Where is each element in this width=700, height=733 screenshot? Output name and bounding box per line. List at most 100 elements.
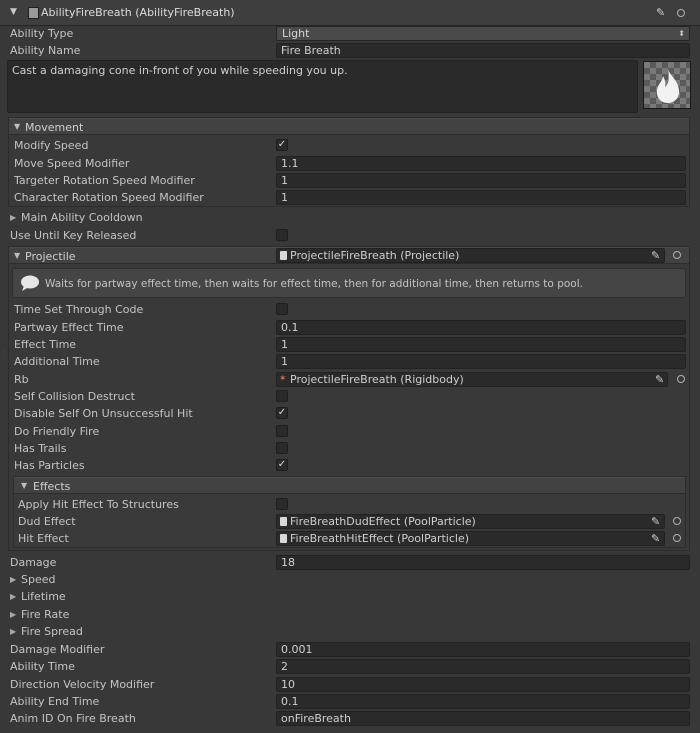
move-speed-modifier-label: Move Speed Modifier xyxy=(14,157,130,170)
ability-type-label: Ability Type xyxy=(10,27,74,40)
rigidbody-icon: ✶ xyxy=(279,374,287,384)
anim-id-input[interactable]: onFireBreath xyxy=(276,711,690,726)
rb-value: ProjectileFireBreath (Rigidbody) xyxy=(290,373,464,386)
flame-icon xyxy=(656,69,680,103)
dropdown-arrows-icon: ⬍ xyxy=(678,29,685,38)
rb-picker-icon[interactable] xyxy=(677,375,685,383)
rb-object-field[interactable]: ✶ ProjectileFireBreath (Rigidbody) xyxy=(276,372,668,387)
hit-effect-label: Hit Effect xyxy=(18,532,69,545)
dud-effect-label: Dud Effect xyxy=(18,515,76,528)
ability-time-label: Ability Time xyxy=(10,660,75,673)
dud-effect-object-field[interactable]: FireBreathDudEffect (PoolParticle) xyxy=(276,514,665,529)
ability-type-dropdown[interactable]: Light ⬍ xyxy=(276,26,690,41)
rb-edit-pencil-icon[interactable]: ✎ xyxy=(655,374,666,385)
ability-time-input[interactable]: 2 xyxy=(276,659,690,674)
edit-script-pencil-icon[interactable]: ✎ xyxy=(656,7,667,18)
projectile-object-field[interactable]: ProjectileFireBreath (Projectile) xyxy=(276,248,665,263)
fire-rate-foldout[interactable]: Fire Rate xyxy=(21,608,69,621)
foldout-expanded-icon: ▼ xyxy=(14,122,21,131)
drag-handle-icon[interactable]: ⋮ xyxy=(0,350,7,358)
info-bubble-icon xyxy=(21,275,39,291)
damage-label: Damage xyxy=(10,556,57,569)
ability-icon-preview[interactable] xyxy=(643,61,691,109)
fire-spread-foldout[interactable]: Fire Spread xyxy=(21,625,83,638)
foldout-collapsed-icon[interactable]: ▶ xyxy=(10,575,16,584)
move-speed-modifier-input[interactable]: 1.1 xyxy=(276,156,686,171)
damage-input[interactable]: 18 xyxy=(276,555,690,570)
speed-foldout[interactable]: Speed xyxy=(21,573,55,586)
partway-effect-time-input[interactable]: 0.1 xyxy=(276,320,686,335)
settings-circle-icon[interactable] xyxy=(677,9,685,17)
self-collision-destruct-checkbox[interactable] xyxy=(276,390,288,402)
dud-effect-value: FireBreathDudEffect (PoolParticle) xyxy=(290,515,476,528)
ability-name-input[interactable]: Fire Breath xyxy=(276,43,690,58)
apply-hit-effect-label: Apply Hit Effect To Structures xyxy=(18,498,179,511)
movement-header-label: Movement xyxy=(25,121,84,134)
dud-effect-edit-pencil-icon[interactable]: ✎ xyxy=(651,516,662,527)
foldout-collapsed-icon[interactable]: ▶ xyxy=(10,610,16,619)
projectile-help-text: Waits for partway effect time, then wait… xyxy=(45,278,583,290)
description-textarea[interactable]: Cast a damaging cone in-front of you whi… xyxy=(7,60,638,113)
direction-velocity-modifier-label: Direction Velocity Modifier xyxy=(10,678,155,691)
time-set-through-code-label: Time Set Through Code xyxy=(14,303,144,316)
effects-header[interactable]: ▼ Effects xyxy=(14,477,685,494)
ability-end-time-input[interactable]: 0.1 xyxy=(276,694,690,709)
additional-time-label: Additional Time xyxy=(14,355,100,368)
asset-file-icon xyxy=(280,534,287,543)
has-particles-label: Has Particles xyxy=(14,459,85,472)
has-particles-checkbox[interactable]: ✓ xyxy=(276,459,288,471)
projectile-value: ProjectileFireBreath (Projectile) xyxy=(290,249,460,262)
damage-modifier-label: Damage Modifier xyxy=(10,643,105,656)
self-collision-destruct-label: Self Collision Destruct xyxy=(14,390,135,403)
partway-effect-time-label: Partway Effect Time xyxy=(14,321,124,334)
do-friendly-fire-checkbox[interactable] xyxy=(276,425,288,437)
asset-file-icon xyxy=(280,251,287,260)
effect-time-input[interactable]: 1 xyxy=(276,337,686,352)
time-set-through-code-checkbox[interactable] xyxy=(276,303,288,315)
use-until-key-released-checkbox[interactable] xyxy=(276,229,288,241)
projectile-edit-pencil-icon[interactable]: ✎ xyxy=(651,250,662,261)
script-icon xyxy=(28,7,39,19)
hit-effect-value: FireBreathHitEffect (PoolParticle) xyxy=(290,532,470,545)
foldout-expanded-icon: ▼ xyxy=(14,251,21,260)
ability-name-label: Ability Name xyxy=(10,44,81,57)
has-trails-label: Has Trails xyxy=(14,442,67,455)
character-rotation-input[interactable]: 1 xyxy=(276,190,686,205)
effects-header-label: Effects xyxy=(33,480,71,493)
apply-hit-effect-checkbox[interactable] xyxy=(276,498,288,510)
has-trails-checkbox[interactable] xyxy=(276,442,288,454)
collapse-arrow-icon[interactable]: ▼ xyxy=(10,7,17,17)
effect-time-label: Effect Time xyxy=(14,338,77,351)
component-header[interactable]: ▼ AbilityFireBreath (AbilityFireBreath) … xyxy=(0,0,700,26)
foldout-collapsed-icon[interactable]: ▶ xyxy=(10,592,16,601)
foldout-collapsed-icon[interactable]: ▶ xyxy=(10,213,16,222)
disable-self-checkbox[interactable]: ✓ xyxy=(276,407,288,419)
additional-time-input[interactable]: 1 xyxy=(276,354,686,369)
hit-effect-object-field[interactable]: FireBreathHitEffect (PoolParticle) xyxy=(276,531,665,546)
movement-header[interactable]: ▼ Movement xyxy=(9,118,689,135)
modify-speed-checkbox[interactable]: ✓ xyxy=(276,139,288,151)
foldout-expanded-icon: ▼ xyxy=(21,481,28,490)
lifetime-foldout[interactable]: Lifetime xyxy=(21,590,66,603)
targeter-rotation-label: Targeter Rotation Speed Modifier xyxy=(14,174,195,187)
rb-label: Rb xyxy=(14,373,29,386)
hit-effect-edit-pencil-icon[interactable]: ✎ xyxy=(651,533,662,544)
foldout-collapsed-icon[interactable]: ▶ xyxy=(10,627,16,636)
use-until-key-released-label: Use Until Key Released xyxy=(10,229,137,242)
projectile-picker-icon[interactable] xyxy=(673,251,681,259)
ability-end-time-label: Ability End Time xyxy=(10,695,100,708)
dud-effect-picker-icon[interactable] xyxy=(673,517,681,525)
anim-id-label: Anim ID On Fire Breath xyxy=(10,712,136,725)
modify-speed-label: Modify Speed xyxy=(14,139,89,152)
targeter-rotation-input[interactable]: 1 xyxy=(276,173,686,188)
hit-effect-picker-icon[interactable] xyxy=(673,534,681,542)
main-ability-cooldown-foldout[interactable]: Main Ability Cooldown xyxy=(21,211,143,224)
direction-velocity-modifier-input[interactable]: 10 xyxy=(276,677,690,692)
component-title: AbilityFireBreath (AbilityFireBreath) xyxy=(41,6,235,19)
damage-modifier-input[interactable]: 0.001 xyxy=(276,642,690,657)
projectile-label: Projectile xyxy=(25,250,76,263)
character-rotation-label: Character Rotation Speed Modifier xyxy=(14,191,204,204)
disable-self-label: Disable Self On Unsuccessful Hit xyxy=(14,407,193,420)
asset-file-icon xyxy=(280,517,287,526)
ability-type-value: Light xyxy=(282,27,310,40)
